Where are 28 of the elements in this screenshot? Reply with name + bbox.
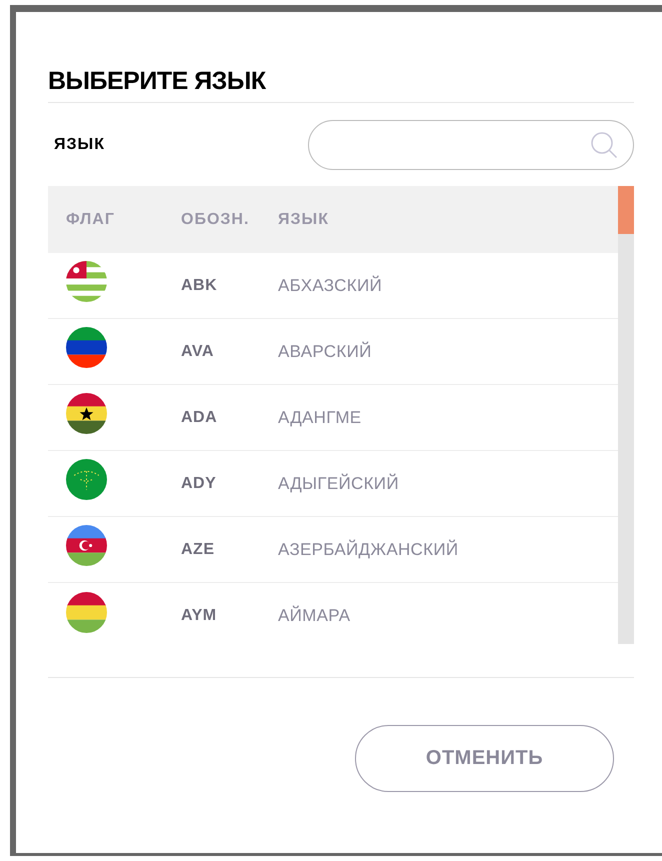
language-code: AVA	[181, 342, 215, 360]
language-code: ABK	[181, 276, 218, 294]
search-icon[interactable]	[589, 130, 619, 160]
flag-icon	[66, 592, 107, 632]
flag-icon	[66, 525, 107, 566]
language-code: ADA	[181, 408, 218, 426]
search-field[interactable]	[308, 120, 634, 170]
column-header: ЯЗЫК	[278, 210, 330, 228]
language-name: АДЫГЕЙСКИЙ	[278, 474, 400, 494]
flag-icon	[66, 459, 107, 500]
search-label: ЯЗЫК	[53, 136, 105, 154]
flag-icon	[66, 261, 107, 302]
language-name: АБХАЗСКИЙ	[278, 276, 384, 296]
dialog-title: ВЫБЕРИТЕ ЯЗЫК	[48, 12, 634, 103]
cancel-button[interactable]: ОТМЕНИТЬ	[355, 725, 614, 792]
language-name: АВАРСКИЙ	[278, 342, 373, 362]
scrollbar-track[interactable]	[618, 186, 634, 644]
language-name: АЗЕРБАЙДЖАНСКИЙ	[278, 540, 460, 560]
flag-icon	[66, 393, 107, 434]
flag-icon	[66, 327, 107, 368]
language-name: АДАНГМЕ	[278, 408, 362, 428]
language-code: AZE	[181, 540, 216, 558]
column-header: ОБОЗН.	[181, 210, 250, 228]
language-code: ADY	[181, 474, 218, 492]
scrollbar-thumb[interactable]	[618, 186, 634, 234]
language-name: АЙМАРА	[278, 606, 352, 626]
column-header: ФЛАГ	[66, 210, 116, 228]
language-code: AYM	[181, 607, 218, 625]
